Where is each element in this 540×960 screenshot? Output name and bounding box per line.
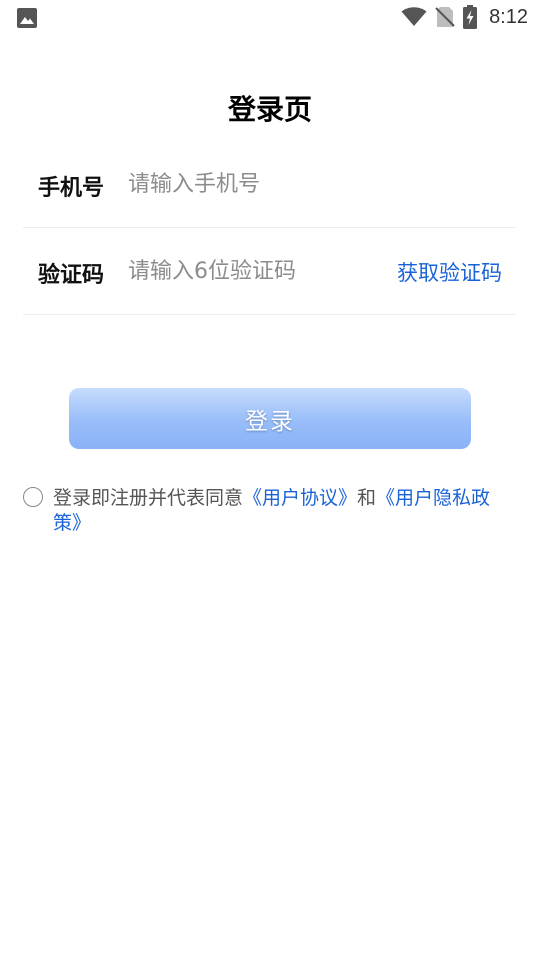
status-right: 8:12 [401,5,528,29]
no-sim-icon [435,7,455,27]
phone-input[interactable] [128,166,388,202]
get-code-button[interactable]: 获取验证码 [397,257,502,287]
status-left [17,8,37,32]
phone-label: 手机号 [38,176,105,201]
phone-row: 手机号 [23,142,516,228]
agreement-prefix: 登录即注册并代表同意 [53,487,244,509]
status-time: 8:12 [489,5,528,28]
code-label: 验证码 [38,263,105,288]
battery-charging-icon [463,5,478,29]
image-icon [17,8,37,28]
wifi-icon [401,7,427,26]
agreement-row: 登录即注册并代表同意《用户协议》和《用户隐私政策》 [23,486,518,536]
agreement-text: 登录即注册并代表同意《用户协议》和《用户隐私政策》 [53,486,518,536]
code-row: 验证码 获取验证码 [23,229,516,315]
page-title: 登录页 [227,93,312,126]
status-bar: 8:12 [0,0,540,36]
login-button[interactable]: 登录 [69,388,471,449]
agree-radio[interactable] [23,487,43,507]
user-agreement-link[interactable]: 《用户协议》 [243,487,357,509]
agreement-conjunction: 和 [357,487,377,509]
code-input[interactable] [128,253,388,289]
